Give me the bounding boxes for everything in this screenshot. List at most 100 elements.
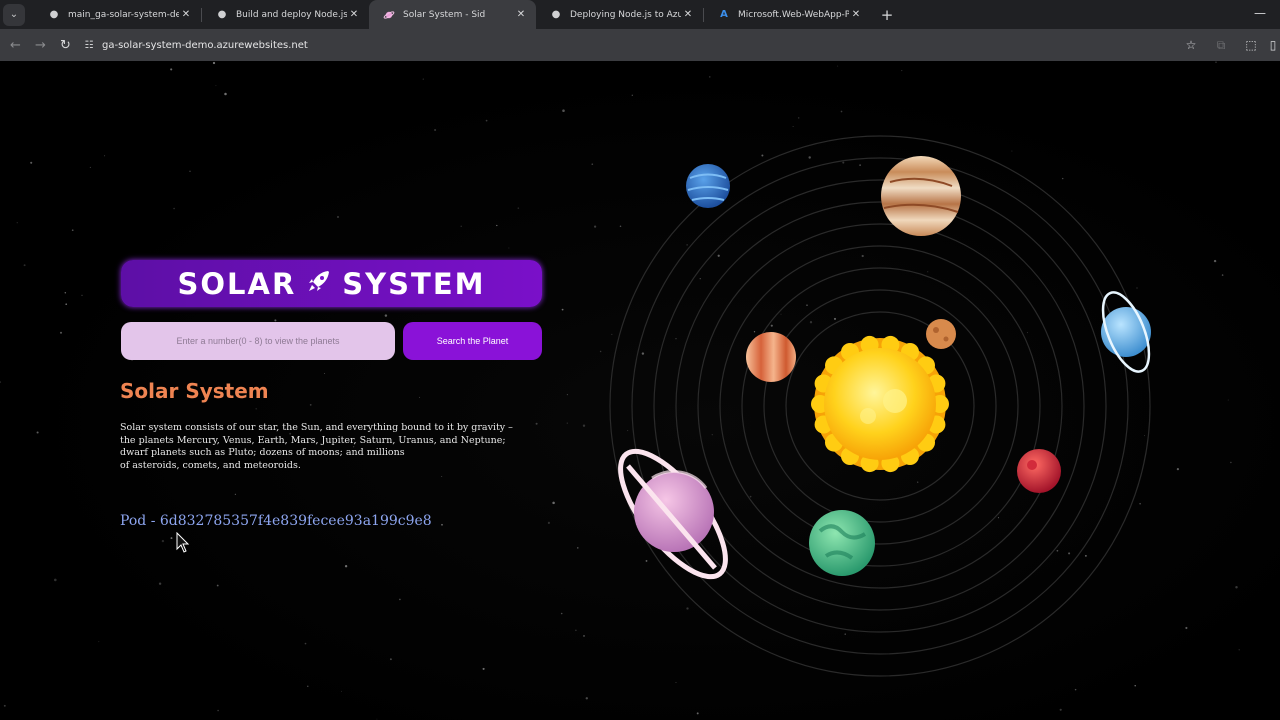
star xyxy=(0,381,2,383)
star xyxy=(170,68,173,71)
tab-title: Deploying Node.js to Azure Ap xyxy=(570,9,681,20)
star xyxy=(496,224,498,227)
star xyxy=(1215,61,1217,63)
search-planet-button[interactable]: Search the Planet xyxy=(403,322,542,360)
description-line: dwarf planets such as Pluto; dozens of m… xyxy=(120,447,405,458)
saturn-planet xyxy=(618,448,728,580)
star xyxy=(441,476,443,477)
star xyxy=(517,207,520,209)
star xyxy=(1185,626,1188,630)
close-icon[interactable]: ✕ xyxy=(849,9,863,20)
star xyxy=(324,373,325,374)
star xyxy=(399,598,401,601)
star xyxy=(98,641,100,643)
star xyxy=(158,582,162,585)
star xyxy=(696,712,699,715)
star xyxy=(255,408,257,410)
description: Solar system consists of our star, the S… xyxy=(120,422,540,472)
address-bar[interactable]: ga-solar-system-demo.azurewebsites.net xyxy=(102,40,1176,51)
star xyxy=(1176,467,1180,471)
pod-id-label: Pod - 6d832785357f4e839fecee93a199c9e8 xyxy=(120,513,432,529)
star xyxy=(30,161,33,164)
tab-5[interactable]: A Microsoft.Web-WebApp-Portal ✕ xyxy=(704,0,871,29)
extensions-icon[interactable]: ⬚ xyxy=(1236,38,1266,52)
star xyxy=(1227,399,1229,401)
star xyxy=(304,642,307,645)
star xyxy=(161,539,165,543)
mercury-planet xyxy=(926,319,956,349)
star xyxy=(54,578,57,582)
cast-icon[interactable]: ⧉ xyxy=(1206,38,1236,53)
star xyxy=(419,396,421,398)
close-icon[interactable]: ✕ xyxy=(179,9,193,20)
mouse-cursor-icon xyxy=(176,532,190,553)
star xyxy=(224,92,227,96)
star xyxy=(577,547,579,549)
mars-planet xyxy=(1017,449,1061,493)
star xyxy=(561,308,564,311)
star xyxy=(212,61,216,65)
github-icon: ● xyxy=(49,9,59,20)
star xyxy=(376,718,378,720)
minimize-icon[interactable]: — xyxy=(1254,6,1266,20)
star xyxy=(173,207,175,210)
star xyxy=(216,584,219,587)
star xyxy=(901,70,903,72)
tab-bar: ⌄ ● main_ga-solar-system-demo.ym ✕ ● Bui… xyxy=(0,0,1280,29)
star xyxy=(566,422,568,424)
new-tab-icon[interactable]: + xyxy=(875,6,899,24)
tab-3-active[interactable]: Solar System - Sid ✕ xyxy=(369,0,536,29)
bookmark-star-icon[interactable]: ☆ xyxy=(1176,38,1206,52)
star xyxy=(309,403,312,406)
star xyxy=(189,170,191,172)
star xyxy=(562,109,565,112)
star xyxy=(344,565,348,568)
description-line: the planets Mercury, Venus, Earth, Mars,… xyxy=(120,434,506,446)
star xyxy=(1235,586,1238,589)
forward-icon[interactable]: → xyxy=(28,38,53,53)
description-line: of asteroids, comets, and meteoroids. xyxy=(120,459,301,471)
close-icon[interactable]: ✕ xyxy=(514,9,528,20)
tab-title: main_ga-solar-system-demo.ym xyxy=(68,9,179,20)
jupiter-planet xyxy=(881,156,961,236)
star xyxy=(583,634,585,637)
star xyxy=(65,303,68,306)
star xyxy=(585,697,588,700)
planet-icon xyxy=(383,9,395,21)
venus-planet xyxy=(746,332,796,382)
star xyxy=(340,690,342,692)
back-icon[interactable]: ← xyxy=(3,38,28,53)
section-title: Solar System xyxy=(120,379,269,403)
tab-1[interactable]: ● main_ga-solar-system-demo.ym ✕ xyxy=(34,0,201,29)
star xyxy=(389,658,392,661)
close-icon[interactable]: ✕ xyxy=(681,9,695,20)
github-icon: ● xyxy=(217,9,227,20)
site-info-icon[interactable]: ☷ xyxy=(82,40,96,51)
sidebar-icon[interactable]: ▯ xyxy=(1266,38,1280,52)
star xyxy=(631,94,633,96)
star xyxy=(485,119,488,122)
star xyxy=(422,78,424,80)
close-icon[interactable]: ✕ xyxy=(347,9,361,20)
star xyxy=(307,685,309,687)
azure-icon: A xyxy=(720,9,728,20)
star xyxy=(566,394,568,396)
star xyxy=(508,247,510,249)
description-line: Solar system consists of our star, the S… xyxy=(120,422,513,433)
rocket-icon xyxy=(306,268,332,300)
star xyxy=(575,629,577,632)
tab-title: Microsoft.Web-WebApp-Portal xyxy=(738,9,849,20)
star xyxy=(89,166,91,168)
tab-4[interactable]: ● Deploying Node.js to Azure Ap ✕ xyxy=(536,0,703,29)
uranus-planet xyxy=(1101,291,1151,373)
star xyxy=(560,612,563,615)
star xyxy=(837,65,839,67)
star xyxy=(1059,708,1062,711)
star xyxy=(441,523,443,526)
tab-search-icon[interactable]: ⌄ xyxy=(3,3,25,26)
star xyxy=(336,215,340,219)
planet-number-input[interactable] xyxy=(121,322,395,360)
tab-2[interactable]: ● Build and deploy Node.js app t ✕ xyxy=(202,0,369,29)
earth-planet xyxy=(809,510,875,576)
reload-icon[interactable]: ↻ xyxy=(53,38,78,53)
